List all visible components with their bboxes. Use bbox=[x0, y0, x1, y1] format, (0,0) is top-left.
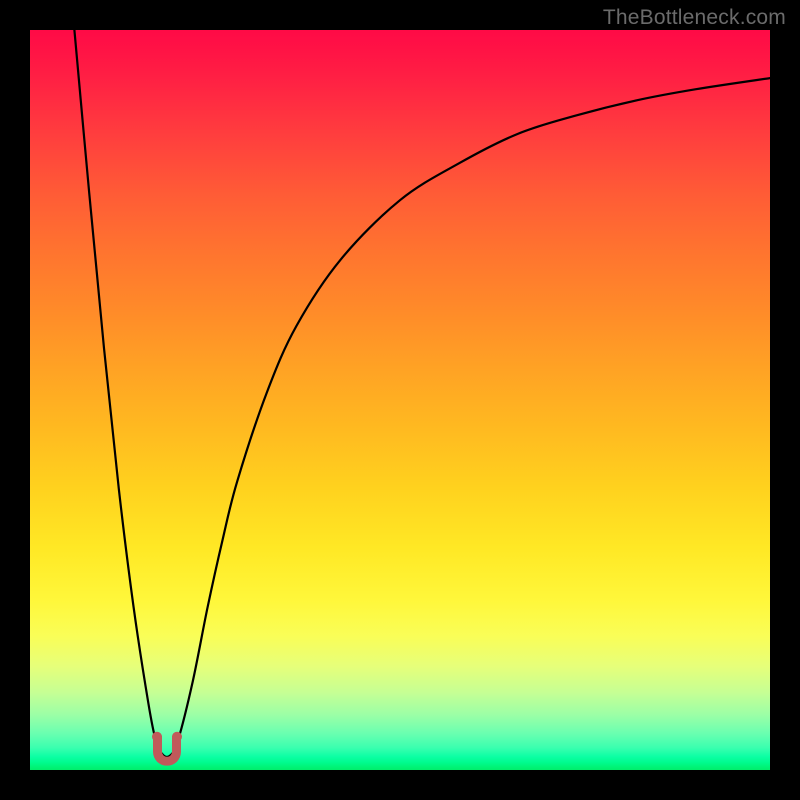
chart-frame: TheBottleneck.com bbox=[0, 0, 800, 800]
optimal-marker-icon bbox=[149, 736, 185, 768]
bottleneck-curve bbox=[30, 30, 770, 770]
watermark-text: TheBottleneck.com bbox=[603, 6, 786, 30]
plot-area bbox=[30, 30, 770, 770]
